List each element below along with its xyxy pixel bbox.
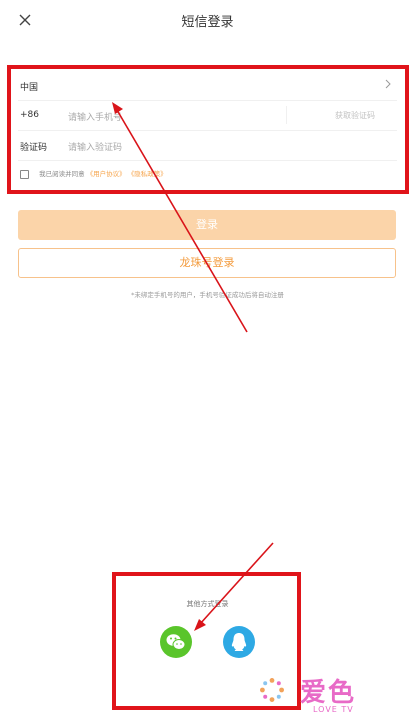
code-row: 验证码 请输入验证码 bbox=[18, 130, 397, 161]
privacy-policy-link[interactable]: 《隐私政策》 bbox=[128, 170, 167, 178]
header: 短信登录 bbox=[0, 0, 415, 44]
country-selector[interactable]: 中国 bbox=[18, 70, 397, 101]
qq-icon bbox=[231, 633, 247, 651]
code-label: 验证码 bbox=[20, 143, 48, 153]
watermark-text: 爱色 bbox=[300, 678, 357, 708]
user-agreement-link[interactable]: 《用户协议》 bbox=[87, 170, 126, 178]
divider bbox=[286, 106, 287, 124]
longzhu-login-button[interactable]: 龙珠号登录 bbox=[18, 248, 396, 278]
wechat-login-button[interactable] bbox=[160, 626, 192, 658]
login-button[interactable]: 登录 bbox=[18, 210, 396, 240]
annotation-arrow-line-bottom bbox=[199, 542, 274, 625]
annotation-arrowhead-bottom bbox=[194, 619, 206, 631]
watermark-subtext: LOVE TV bbox=[313, 705, 354, 714]
agreement-checkbox[interactable] bbox=[20, 169, 29, 179]
country-label: 中国 bbox=[20, 83, 39, 93]
code-input[interactable]: 请输入验证码 bbox=[68, 140, 122, 153]
register-note: *未绑定手机号的用户，手机号验证成功后将自动注册 bbox=[131, 291, 284, 299]
chevron-right-icon bbox=[385, 79, 391, 89]
watermark-logo bbox=[260, 678, 284, 702]
phone-input[interactable]: 请输入手机号 bbox=[68, 110, 122, 123]
wechat-icon bbox=[166, 634, 186, 650]
phone-row: +86 请输入手机号 获取验证码 bbox=[18, 100, 397, 131]
other-login-title: 其他方式登录 bbox=[186, 600, 229, 608]
agreement-text: 我已阅读并同意 bbox=[39, 170, 85, 178]
qq-login-button[interactable] bbox=[223, 626, 255, 658]
get-code-button[interactable]: 获取验证码 bbox=[335, 110, 375, 121]
phone-prefix[interactable]: +86 bbox=[20, 110, 39, 120]
page-title: 短信登录 bbox=[181, 15, 234, 30]
agreement-row: 我已阅读并同意 《用户协议》 《隐私政策》 bbox=[20, 168, 167, 179]
